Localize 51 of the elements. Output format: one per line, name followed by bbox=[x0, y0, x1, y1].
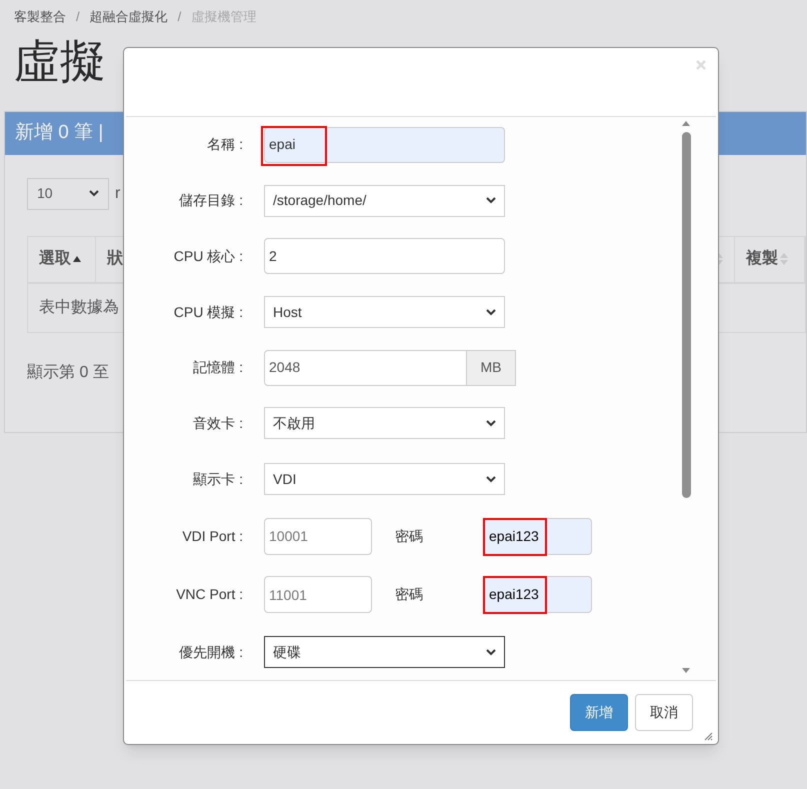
password-field[interactable]: epai123 bbox=[484, 576, 592, 614]
field-label: VNC Port : bbox=[175, 585, 244, 604]
highlight-frame bbox=[483, 576, 547, 614]
field-label: 記憶體 : bbox=[192, 358, 244, 378]
field-label: 音效卡 : bbox=[192, 414, 244, 433]
add-button[interactable]: 新增 bbox=[570, 694, 628, 731]
highlight-frame bbox=[261, 126, 327, 166]
memory-field[interactable]: 2048 bbox=[264, 350, 467, 386]
column-header[interactable]: 選取 bbox=[28, 236, 96, 282]
field-label: 優先開機 : bbox=[178, 642, 244, 662]
text-field[interactable]: 2 bbox=[264, 238, 505, 274]
text-field[interactable]: epai bbox=[264, 126, 505, 163]
chevron-down-icon bbox=[486, 308, 496, 316]
password-label: 密碼 bbox=[395, 526, 424, 546]
column-header[interactable]: 複製 bbox=[735, 236, 805, 282]
cancel-button[interactable]: 取消 bbox=[635, 694, 693, 731]
field-label: 名稱 : bbox=[206, 135, 244, 154]
unit-addon: MB bbox=[467, 350, 516, 386]
field-label: CPU 核心 : bbox=[172, 246, 244, 266]
breadcrumb-separator: / bbox=[76, 8, 80, 26]
field-label: CPU 模擬 : bbox=[172, 302, 244, 322]
breadcrumb-link[interactable]: 超融合虛擬化 bbox=[90, 7, 168, 26]
toolbar-text: 新增 0 筆 | bbox=[15, 120, 104, 145]
page-length-text: r bbox=[115, 184, 120, 204]
select-field[interactable]: 硬碟 bbox=[264, 636, 505, 668]
password-field[interactable]: epai123 bbox=[484, 518, 592, 555]
port-field[interactable]: 10001 bbox=[264, 518, 372, 555]
breadcrumb-link[interactable]: 客製整合 bbox=[14, 7, 66, 26]
field-label: 顯示卡 : bbox=[192, 470, 244, 489]
select-field[interactable]: VDI bbox=[264, 463, 505, 496]
field-label: 儲存目錄 : bbox=[178, 191, 244, 210]
highlight-frame bbox=[483, 518, 547, 556]
resize-handle-icon[interactable] bbox=[704, 732, 713, 741]
empty-table-text: 表中數據為 bbox=[39, 298, 119, 318]
page-length-select[interactable]: 10 bbox=[27, 178, 109, 210]
select-field[interactable]: /storage/home/ bbox=[264, 184, 505, 217]
breadcrumb-separator: / bbox=[178, 8, 182, 26]
page-title: 虛擬 bbox=[14, 34, 106, 88]
table-info-text: 顯示第 0 至 bbox=[27, 364, 109, 380]
password-label: 密碼 bbox=[395, 585, 424, 604]
scroll-down-icon[interactable] bbox=[681, 668, 691, 674]
chevron-down-icon bbox=[486, 476, 496, 483]
scroll-up-icon[interactable] bbox=[681, 120, 691, 126]
select-field[interactable]: Host bbox=[264, 296, 505, 328]
chevron-down-icon bbox=[486, 648, 496, 656]
chevron-down-icon bbox=[89, 190, 99, 197]
port-field[interactable]: 11001 bbox=[264, 576, 372, 614]
chevron-down-icon bbox=[486, 420, 496, 427]
select-field[interactable]: 不啟用 bbox=[264, 407, 505, 440]
field-label: VDI Port : bbox=[181, 526, 244, 546]
chevron-down-icon bbox=[486, 197, 496, 204]
